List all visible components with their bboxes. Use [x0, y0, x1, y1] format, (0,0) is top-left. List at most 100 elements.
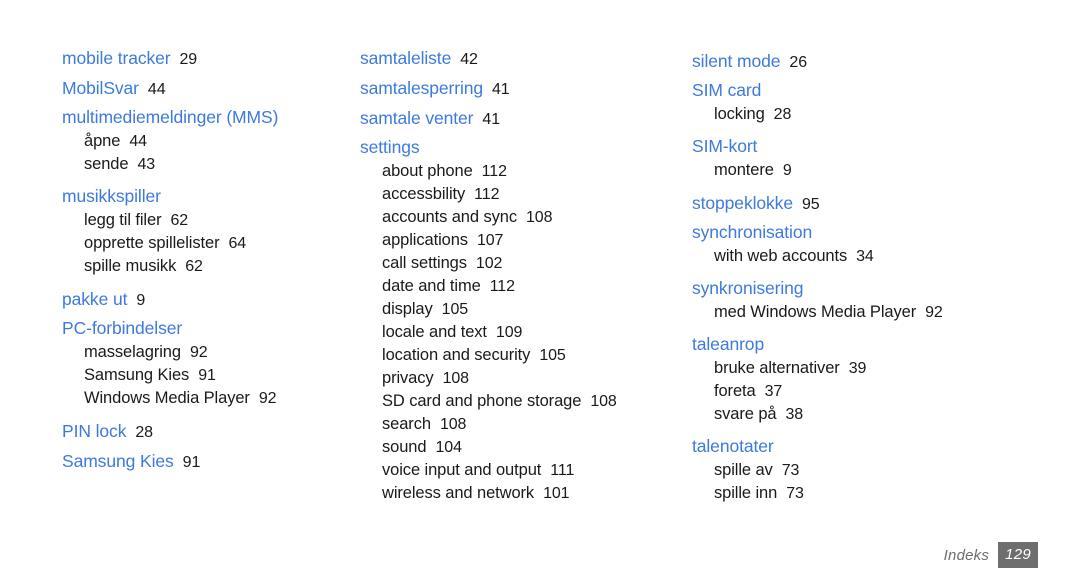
index-entry-group: pakke ut 9 — [62, 285, 330, 315]
index-entry-term-label: pakke ut — [62, 289, 128, 309]
index-entry-page-number: 91 — [182, 454, 201, 471]
index-subentry[interactable]: spille inn 73 — [692, 482, 1080, 505]
index-entry-group: multimediemeldinger (MMS) åpne 44 sende 43 — [62, 104, 330, 176]
index-subentry[interactable]: legg til filer 62 — [62, 209, 330, 232]
index-subentry-label: with web accounts — [714, 247, 848, 265]
index-entry-group: stoppeklokke 95 — [692, 189, 1080, 219]
index-entry-group: samtaleliste 42 — [360, 44, 661, 74]
index-column-2: samtaleliste 42 samtalesperring 41 samtale v… — [330, 0, 661, 512]
index-subentry-label: voice input and output — [382, 461, 542, 479]
index-subentry[interactable]: call settings 102 — [360, 252, 661, 275]
index-subentry[interactable]: med Windows Media Player 92 — [692, 301, 1080, 324]
index-entry-term-label: samtale venter — [360, 108, 474, 128]
index-entry-page-number: 26 — [789, 54, 808, 71]
index-entry-term-label: taleanrop — [692, 334, 765, 354]
index-entry-term[interactable]: stoppeklokke 95 — [692, 189, 1080, 219]
index-entry-term[interactable]: samtalesperring 41 — [360, 74, 661, 104]
index-entry-page-number: 28 — [135, 424, 153, 441]
index-subentry-page-number: 108 — [439, 416, 467, 433]
index-subentry[interactable]: privacy 108 — [360, 367, 661, 390]
index-subentry[interactable]: sound 104 — [360, 436, 661, 459]
index-entry-term[interactable]: synchronisation — [692, 219, 1080, 245]
index-subentry[interactable]: åpne 44 — [62, 130, 330, 153]
index-subentry-page-number: 112 — [489, 278, 515, 295]
index-subentry-page-number: 108 — [525, 209, 553, 226]
index-subentry[interactable]: about phone 112 — [360, 160, 661, 183]
index-entry-term-label: Samsung Kies — [62, 451, 174, 471]
index-subentry[interactable]: opprette spillelister 64 — [62, 232, 330, 255]
index-subentry-page-number: 112 — [481, 163, 507, 180]
index-subentry-page-number: 105 — [441, 301, 469, 318]
index-entry-term-label: samtalesperring — [360, 78, 483, 98]
index-entry-term[interactable]: talenotater — [692, 433, 1080, 459]
index-subentry[interactable]: with web accounts 34 — [692, 245, 1080, 268]
index-subentry-page-number: 101 — [543, 485, 570, 502]
index-entry-term[interactable]: settings — [360, 134, 661, 160]
index-entry-term-label: synkronisering — [692, 278, 804, 298]
index-subentry[interactable]: montere 9 — [692, 159, 1080, 182]
index-subentry[interactable]: Samsung Kies 91 — [62, 364, 330, 387]
index-subentry-label: SD card and phone storage — [382, 392, 582, 410]
index-subentry[interactable]: masselagring 92 — [62, 341, 330, 364]
index-entry-term-label: talenotater — [692, 436, 774, 456]
index-entry-term[interactable]: multimediemeldinger (MMS) — [62, 104, 330, 130]
index-entry-term-label: silent mode — [692, 51, 781, 71]
index-subentry-page-number: 102 — [475, 255, 503, 272]
index-subentry[interactable]: applications 107 — [360, 229, 661, 252]
index-subentry[interactable]: accounts and sync 108 — [360, 206, 661, 229]
index-subentry[interactable]: display 105 — [360, 298, 661, 321]
index-subentry[interactable]: date and time 112 — [360, 275, 661, 298]
index-subentry[interactable]: SD card and phone storage 108 — [360, 390, 661, 413]
index-entry-term[interactable]: PC-forbindelser — [62, 315, 330, 341]
index-subentry-label: date and time — [382, 277, 481, 295]
index-entry-term[interactable]: silent mode 26 — [692, 47, 1080, 77]
index-entry-term-label: samtaleliste — [360, 48, 452, 68]
index-entry-term[interactable]: PIN lock 28 — [62, 417, 330, 447]
index-subentry-page-number: 105 — [539, 347, 566, 364]
index-column-1: mobile tracker 29 MobilSvar 44 multimediemel… — [0, 0, 330, 477]
index-subentry-label: accessbility — [382, 185, 466, 203]
index-subentry-label: spille av — [714, 461, 773, 479]
index-entry-group: mobile tracker 29 — [62, 44, 330, 74]
index-entry-term[interactable]: synkronisering — [692, 275, 1080, 301]
index-page: mobile tracker 29 MobilSvar 44 multimediemel… — [0, 0, 1080, 586]
index-entry-group: SIM-kort montere 9 — [692, 133, 1080, 182]
index-entry-term-label: synchronisation — [692, 222, 813, 242]
index-subentry[interactable]: svare på 38 — [692, 403, 1080, 426]
index-subentry-label: montere — [714, 161, 774, 179]
index-subentry[interactable]: sende 43 — [62, 153, 330, 176]
index-subentry-label: applications — [382, 231, 468, 249]
index-entry-term[interactable]: taleanrop — [692, 331, 1080, 357]
index-subentry[interactable]: locking 28 — [692, 103, 1080, 126]
index-subentry[interactable]: locale and text 109 — [360, 321, 661, 344]
index-subentry-page-number: 109 — [495, 324, 523, 341]
index-subentry[interactable]: wireless and network 101 — [360, 482, 661, 505]
index-entry-term[interactable]: MobilSvar 44 — [62, 74, 330, 104]
index-entry-term-label: settings — [360, 137, 420, 157]
index-subentry[interactable]: spille musikk 62 — [62, 255, 330, 278]
index-subentry[interactable]: foreta 37 — [692, 380, 1080, 403]
index-subentry[interactable]: spille av 73 — [692, 459, 1080, 482]
index-entry-term[interactable]: musikkspiller — [62, 183, 330, 209]
index-subentry-label: location and security — [382, 346, 531, 364]
index-entry-term-label: stoppeklokke — [692, 193, 793, 213]
index-subentry[interactable]: voice input and output 111 — [360, 459, 661, 482]
index-subentry-page-number: 38 — [785, 406, 804, 423]
index-entry-term[interactable]: pakke ut 9 — [62, 285, 330, 315]
index-subentry[interactable]: location and security 105 — [360, 344, 661, 367]
index-subentry-page-number: 104 — [435, 439, 462, 456]
index-subentry[interactable]: accessbility 112 — [360, 183, 661, 206]
index-subentry[interactable]: search 108 — [360, 413, 661, 436]
index-entry-term[interactable]: SIM card — [692, 77, 1080, 103]
index-entry-group: SIM card locking 28 — [692, 77, 1080, 126]
index-entry-term[interactable]: samtale venter 41 — [360, 104, 661, 134]
index-subentry[interactable]: bruke alternativer 39 — [692, 357, 1080, 380]
index-subentry-label: med Windows Media Player — [714, 303, 917, 321]
index-entry-term[interactable]: mobile tracker 29 — [62, 44, 330, 74]
index-entry-group: PC-forbindelser masselagring 92 Samsung Kie… — [62, 315, 330, 410]
index-entry-term[interactable]: samtaleliste 42 — [360, 44, 661, 74]
index-entry-term[interactable]: Samsung Kies 91 — [62, 447, 330, 477]
index-subentry[interactable]: Windows Media Player 92 — [62, 387, 330, 410]
index-entry-term[interactable]: SIM-kort — [692, 133, 1080, 159]
index-entry-group: silent mode 26 — [692, 47, 1080, 77]
